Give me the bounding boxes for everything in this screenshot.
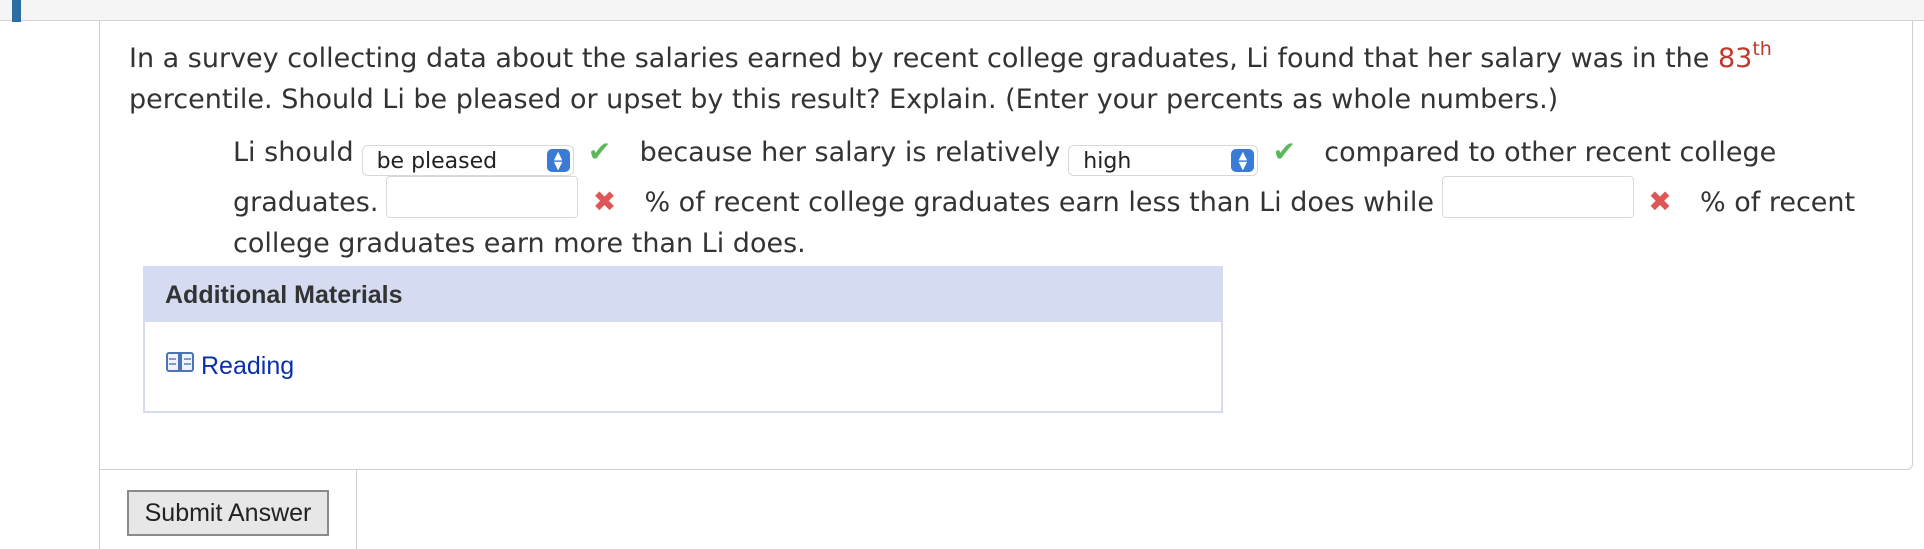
checkmark-icon: ✔ bbox=[587, 135, 612, 168]
submit-answer-button[interactable]: Submit Answer bbox=[127, 490, 329, 536]
percent-less-input[interactable] bbox=[386, 176, 579, 218]
answer-area: Li should be pleased ▲ ▼ ✔ because her salary… bbox=[233, 131, 1893, 264]
relative-salary-select[interactable]: high ▲ ▼ bbox=[1068, 145, 1259, 176]
question-text-after: percentile. Should Li be pleased or upse… bbox=[129, 84, 1559, 115]
answer-middle-text: because her salary is relatively bbox=[639, 137, 1061, 168]
relative-salary-select-value: high bbox=[1083, 149, 1132, 174]
percent-more-input[interactable] bbox=[1441, 176, 1634, 218]
reading-link[interactable]: Reading bbox=[165, 350, 294, 381]
answer-after-input1: % of recent college graduates earn less … bbox=[644, 187, 1434, 218]
feeling-select[interactable]: be pleased ▲ ▼ bbox=[361, 145, 574, 176]
percentile-suffix: th bbox=[1752, 38, 1772, 60]
select-arrows-icon: ▲ ▼ bbox=[1231, 149, 1255, 172]
additional-materials-header: Additional Materials bbox=[145, 268, 1221, 322]
percentile-value: 83th bbox=[1717, 40, 1772, 75]
question-text-before: In a survey collecting data about the sa… bbox=[129, 43, 1718, 74]
checkmark-icon: ✔ bbox=[1272, 135, 1297, 168]
panel-divider bbox=[356, 470, 357, 549]
answer-prefix: Li should bbox=[233, 137, 354, 168]
cross-icon: ✖ bbox=[1648, 185, 1672, 218]
book-icon bbox=[165, 350, 197, 376]
accent-bar bbox=[12, 0, 21, 22]
additional-materials: Additional Materials Reading bbox=[143, 266, 1223, 413]
cross-icon: ✖ bbox=[592, 185, 617, 218]
percentile-number: 83 bbox=[1717, 43, 1753, 74]
question-text: In a survey collecting data about the sa… bbox=[129, 38, 1919, 120]
top-bar bbox=[0, 0, 1924, 21]
panel-left-border bbox=[99, 470, 100, 549]
feeling-select-value: be pleased bbox=[376, 149, 498, 174]
reading-link-label: Reading bbox=[201, 352, 295, 380]
select-arrows-icon: ▲ ▼ bbox=[546, 149, 570, 172]
